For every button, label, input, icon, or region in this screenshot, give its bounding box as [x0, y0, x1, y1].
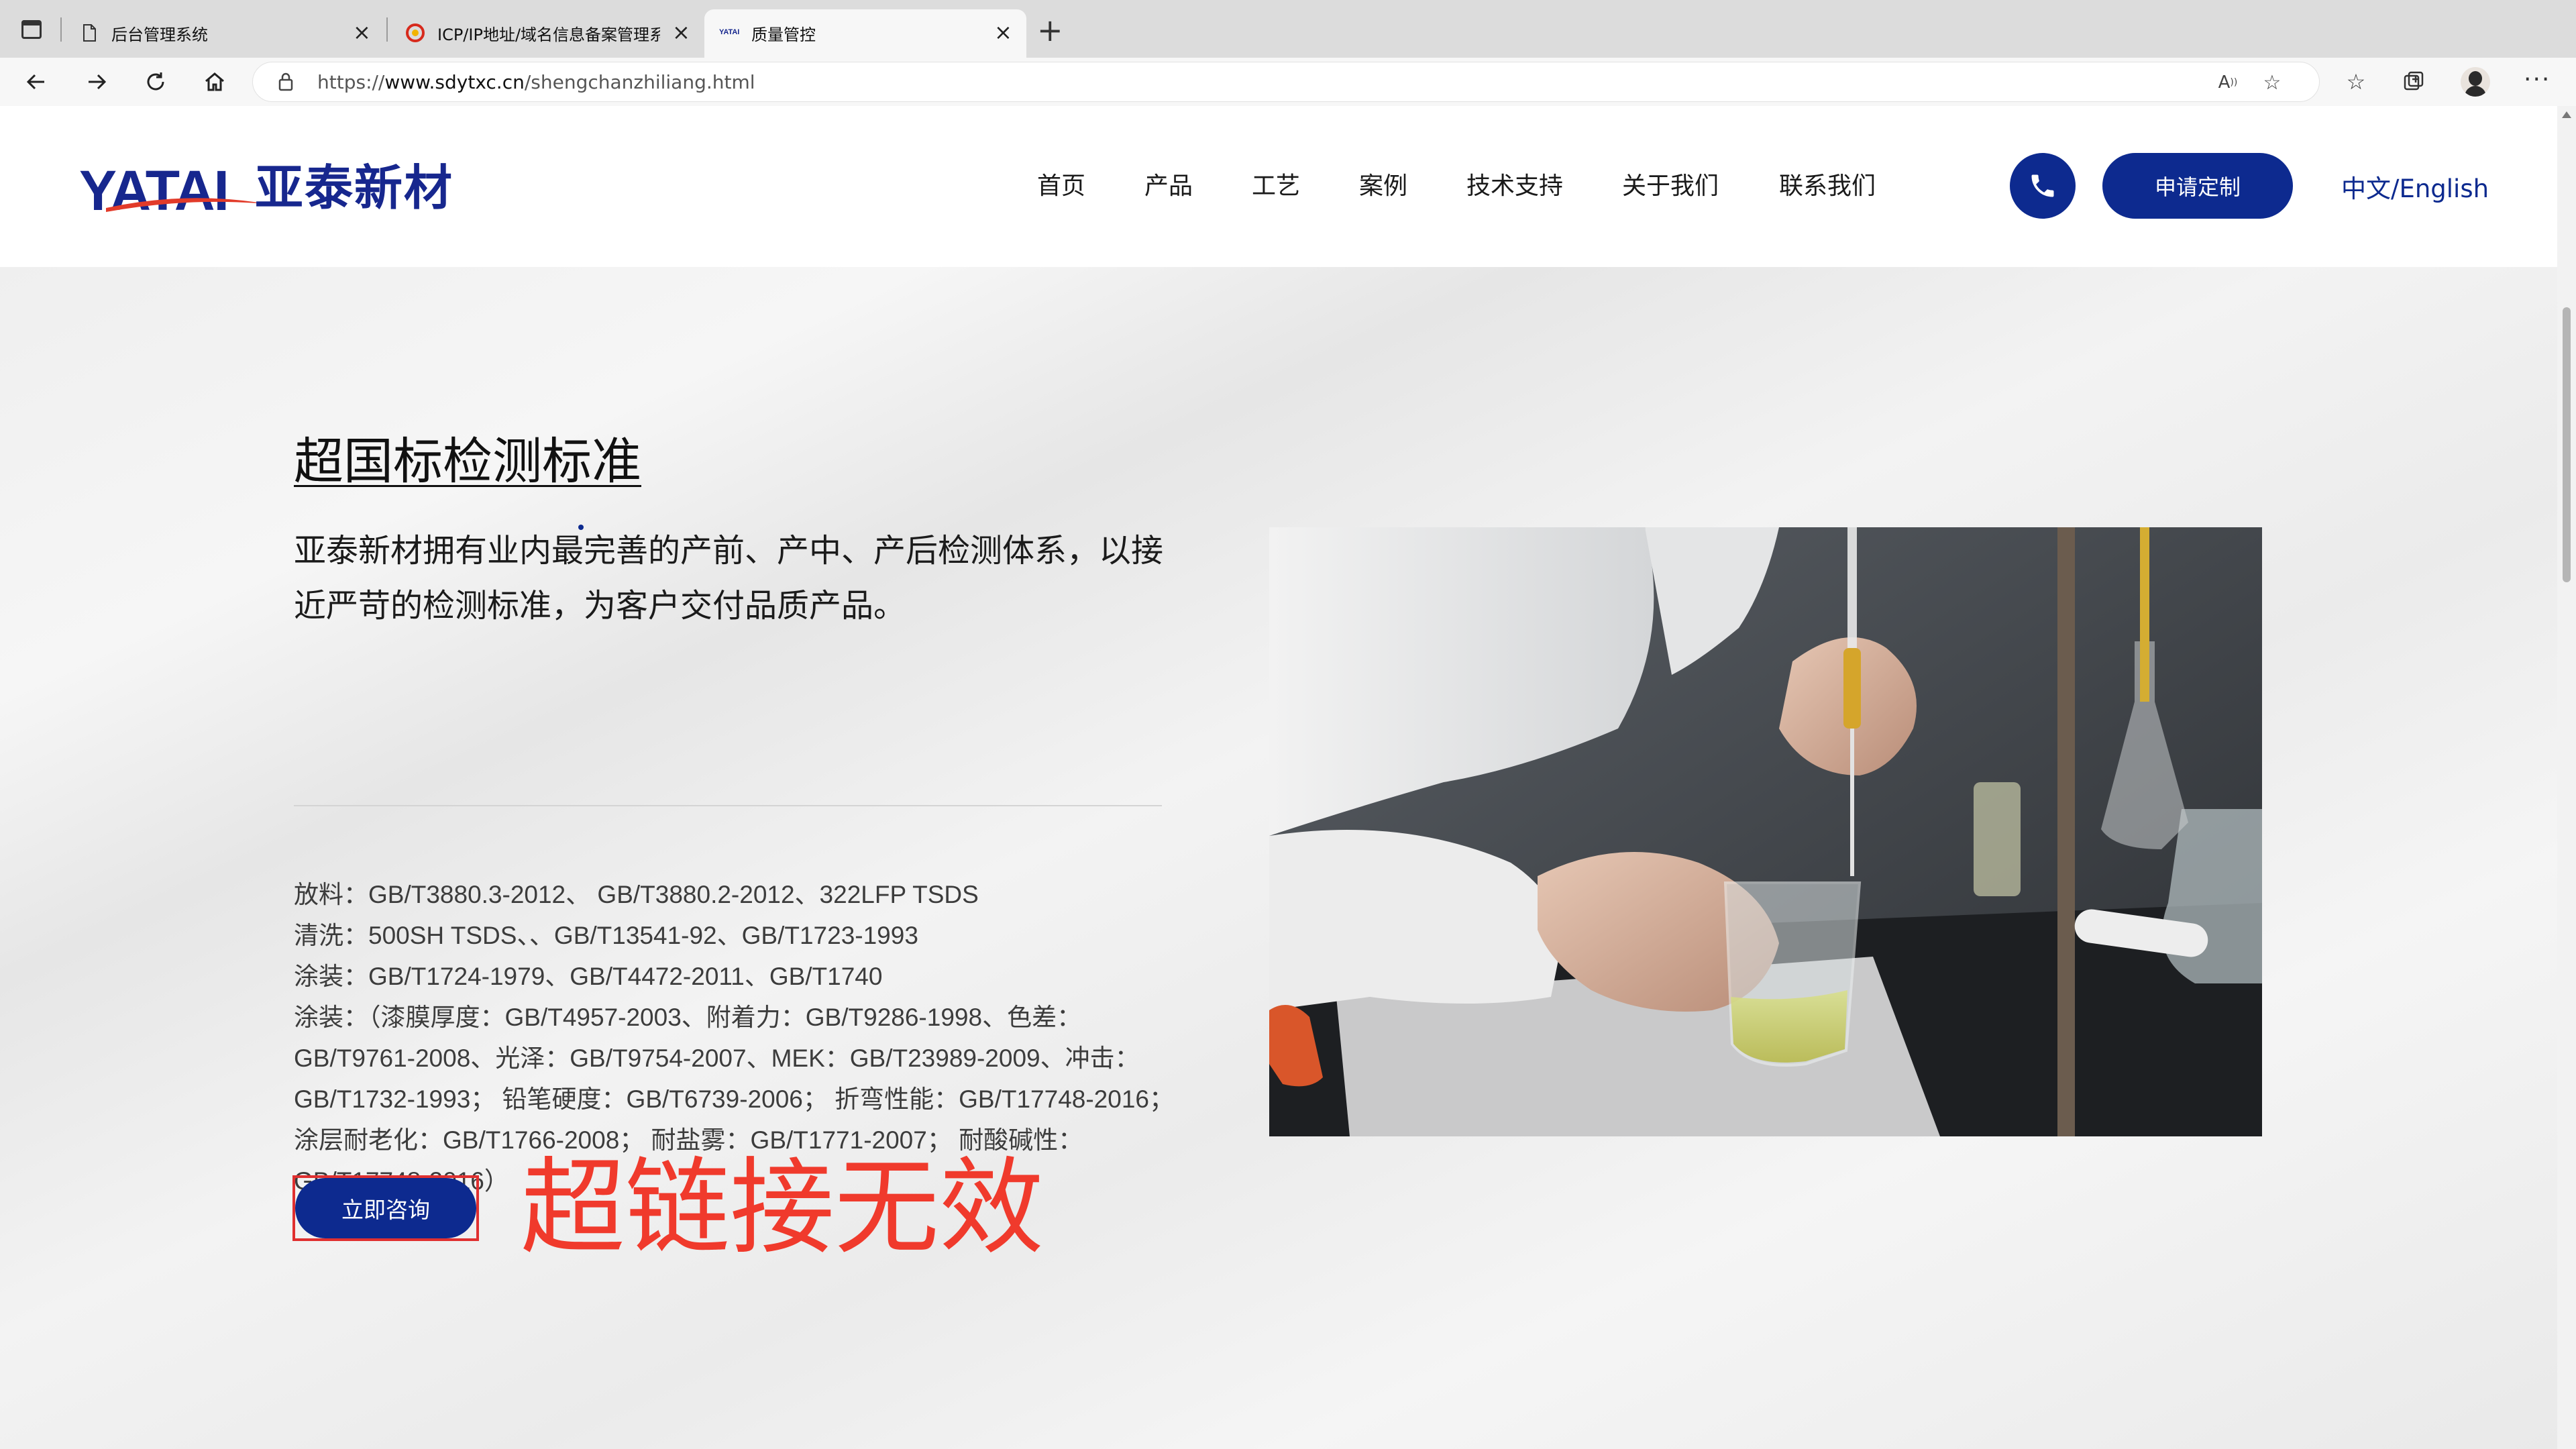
standard-line: 放料：GB/T3880.3-2012、 GB/T3880.2-2012、322L…	[294, 881, 979, 908]
scrollbar-thumb[interactable]	[2563, 307, 2571, 582]
logo-text-cn: 亚泰新材	[255, 160, 454, 216]
tab-title: 质量管控	[751, 25, 816, 44]
phone-button[interactable]	[2010, 153, 2076, 219]
nav-cases[interactable]: 案例	[1359, 166, 1407, 201]
url-text: https://www.sdytxc.cn/shengchanzhiliang.…	[317, 71, 755, 93]
standard-line: 涂装：（漆膜厚度：GB/T4957-2003、附着力：GB/T9286-1998…	[294, 1004, 1082, 1031]
profile-avatar[interactable]	[2461, 67, 2490, 97]
page-scrollbar[interactable]	[2557, 106, 2576, 1449]
site-logo[interactable]: YATAI 亚泰新材	[79, 157, 482, 219]
page-icon	[83, 24, 96, 42]
lab-testing-photo	[1269, 527, 2262, 1136]
section-title: 超国标检测标准	[294, 433, 641, 490]
nav-tech-support[interactable]: 技术支持	[1466, 166, 1563, 201]
standard-line: 清洗：500SH TSDS、、GB/T13541-92、GB/T1723-199…	[294, 922, 918, 949]
annotation-text: 超链接无效	[521, 1146, 1044, 1269]
tab-separator	[60, 17, 62, 42]
scroll-up-icon[interactable]	[2562, 111, 2571, 118]
standard-line: GB/T1732-1993； 铅笔硬度：GB/T6739-2006； 折弯性能：…	[294, 1085, 1174, 1113]
tab-admin-system[interactable]: 后台管理系统 ×	[64, 9, 386, 58]
browser-toolbar: https://www.sdytxc.cn/shengchanzhiliang.…	[0, 58, 2576, 106]
more-options-icon[interactable]: ···	[2524, 66, 2551, 93]
tab-title: 后台管理系统	[111, 25, 208, 44]
section-intro: 亚泰新材拥有业内最完善的产前、产中、产后检测体系，以接近严苛的检测标准，为客户交…	[294, 532, 1164, 625]
gov-emblem-icon	[406, 23, 425, 42]
nav-process[interactable]: 工艺	[1252, 166, 1300, 201]
consult-now-button[interactable]: 立即咨询	[295, 1178, 476, 1238]
collections-icon[interactable]	[2395, 63, 2432, 101]
close-icon[interactable]: ×	[994, 21, 1012, 43]
add-favorite-icon[interactable]: ☆	[2257, 68, 2287, 97]
nav-about-us[interactable]: 关于我们	[1622, 166, 1719, 201]
divider	[294, 805, 1162, 806]
nav-products[interactable]: 产品	[1144, 166, 1193, 201]
back-icon[interactable]	[17, 63, 55, 101]
close-icon[interactable]: ×	[353, 21, 371, 43]
nav-home[interactable]: 首页	[1037, 166, 1085, 201]
tab-separator	[386, 17, 388, 42]
standard-line: GB/T9761-2008、光泽：GB/T9754-2007、MEK：GB/T2…	[294, 1044, 1140, 1072]
lock-icon	[278, 72, 293, 91]
new-tab-icon[interactable]: +	[1037, 15, 1063, 46]
browser-tab-bar: 后台管理系统 × ICP/IP地址/域名信息备案管理系统 × YATAI 质量管…	[0, 0, 2576, 58]
apply-custom-button[interactable]: 申请定制	[2102, 153, 2293, 219]
favorites-icon[interactable]: ☆	[2337, 63, 2375, 101]
language-switch[interactable]: 中文/English	[2341, 168, 2489, 205]
tab-icp-system[interactable]: ICP/IP地址/域名信息备案管理系统 ×	[390, 9, 699, 58]
read-aloud-icon[interactable]: A))	[2213, 68, 2243, 97]
web-page: YATAI 亚泰新材 首页 产品 工艺 案例 技术支持 关于我们 联系我们 申请…	[0, 106, 2557, 1449]
site-header: YATAI 亚泰新材 首页 产品 工艺 案例 技术支持 关于我们 联系我们 申请…	[0, 106, 2557, 267]
home-icon[interactable]	[196, 63, 233, 101]
forward-icon[interactable]	[78, 63, 115, 101]
tab-quality-control[interactable]: YATAI 质量管控 ×	[704, 9, 1026, 58]
phone-icon	[2031, 174, 2054, 197]
tab-actions-icon[interactable]	[20, 19, 42, 39]
tab-title: ICP/IP地址/域名信息备案管理系统	[437, 25, 660, 44]
quality-section: 超国标检测标准 亚泰新材拥有业内最完善的产前、产中、产后检测体系，以接近严苛的检…	[0, 267, 2557, 1449]
address-bar[interactable]: https://www.sdytxc.cn/shengchanzhiliang.…	[252, 62, 2320, 102]
yatai-favicon: YATAI	[719, 28, 740, 36]
logo-swoosh-icon	[106, 198, 267, 212]
close-icon[interactable]: ×	[672, 21, 690, 43]
nav-contact-us[interactable]: 联系我们	[1779, 166, 1876, 201]
refresh-icon[interactable]	[137, 63, 174, 101]
standard-line: 涂装：GB/T1724-1979、GB/T4472-2011、GB/T1740	[294, 963, 883, 990]
